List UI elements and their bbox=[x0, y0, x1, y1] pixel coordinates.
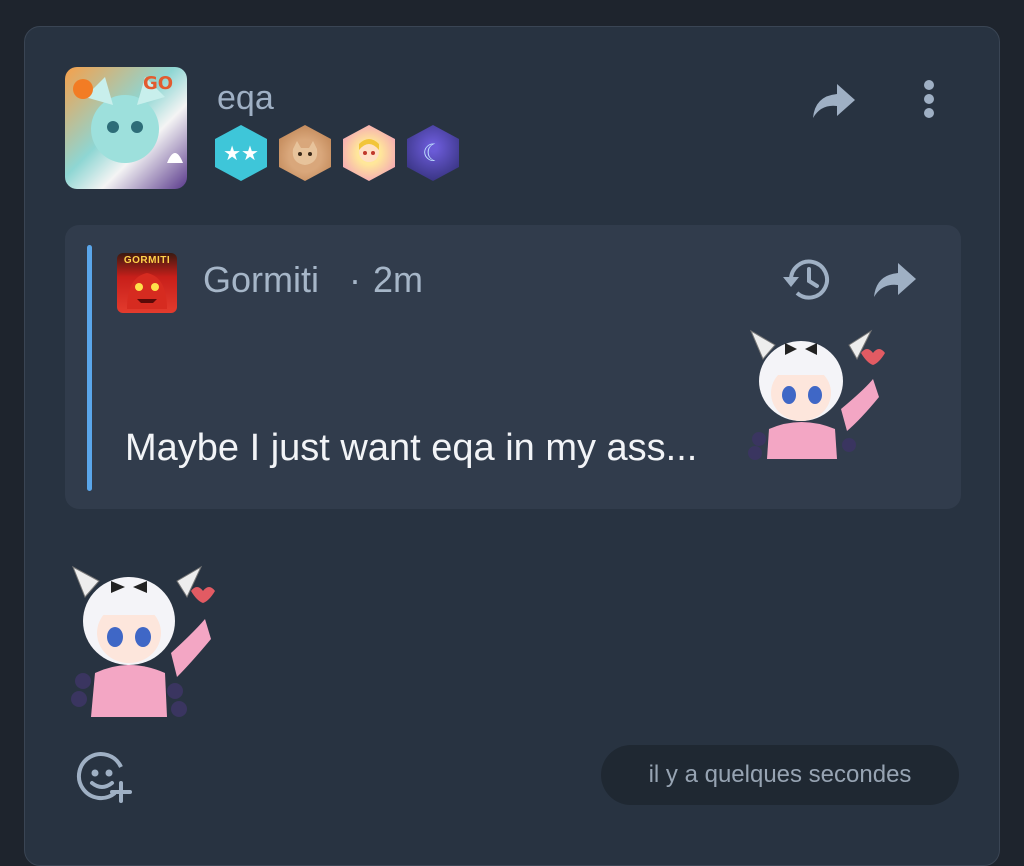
username[interactable]: eqa bbox=[217, 79, 274, 118]
quote-accent-bar bbox=[87, 245, 92, 491]
kanna-sticker-small[interactable] bbox=[745, 319, 895, 469]
more-options-icon[interactable] bbox=[917, 77, 941, 121]
cat-badge[interactable] bbox=[279, 125, 331, 181]
add-reaction-icon[interactable] bbox=[75, 747, 133, 803]
post-timestamp: il y a quelques secondes bbox=[601, 745, 959, 805]
quote-time: 2m bbox=[373, 259, 424, 300]
share-icon[interactable] bbox=[809, 79, 859, 123]
quoted-author-name[interactable]: Gormiti bbox=[203, 259, 319, 301]
post-card: GO eqa ★★ ☾ GORMITI Gormiti · 2m Maybe I… bbox=[24, 26, 1000, 866]
moon-badge[interactable]: ☾ bbox=[407, 125, 459, 181]
history-icon[interactable] bbox=[779, 255, 833, 305]
badge-row: ★★ ☾ bbox=[215, 125, 459, 181]
kanna-sticker-large[interactable] bbox=[67, 553, 227, 723]
quoted-message-text: Maybe I just want eqa in my ass... bbox=[125, 427, 698, 469]
user-avatar[interactable]: GO bbox=[65, 67, 187, 189]
anime-badge[interactable] bbox=[343, 125, 395, 181]
reply-share-icon[interactable] bbox=[871, 259, 919, 301]
stars-badge[interactable]: ★★ bbox=[215, 125, 267, 181]
quoted-message[interactable]: GORMITI Gormiti · 2m Maybe I just want e… bbox=[65, 225, 961, 509]
svg-text:GO: GO bbox=[143, 73, 173, 94]
quote-separator: · bbox=[349, 259, 361, 300]
quoted-author-avatar[interactable]: GORMITI bbox=[117, 253, 177, 313]
